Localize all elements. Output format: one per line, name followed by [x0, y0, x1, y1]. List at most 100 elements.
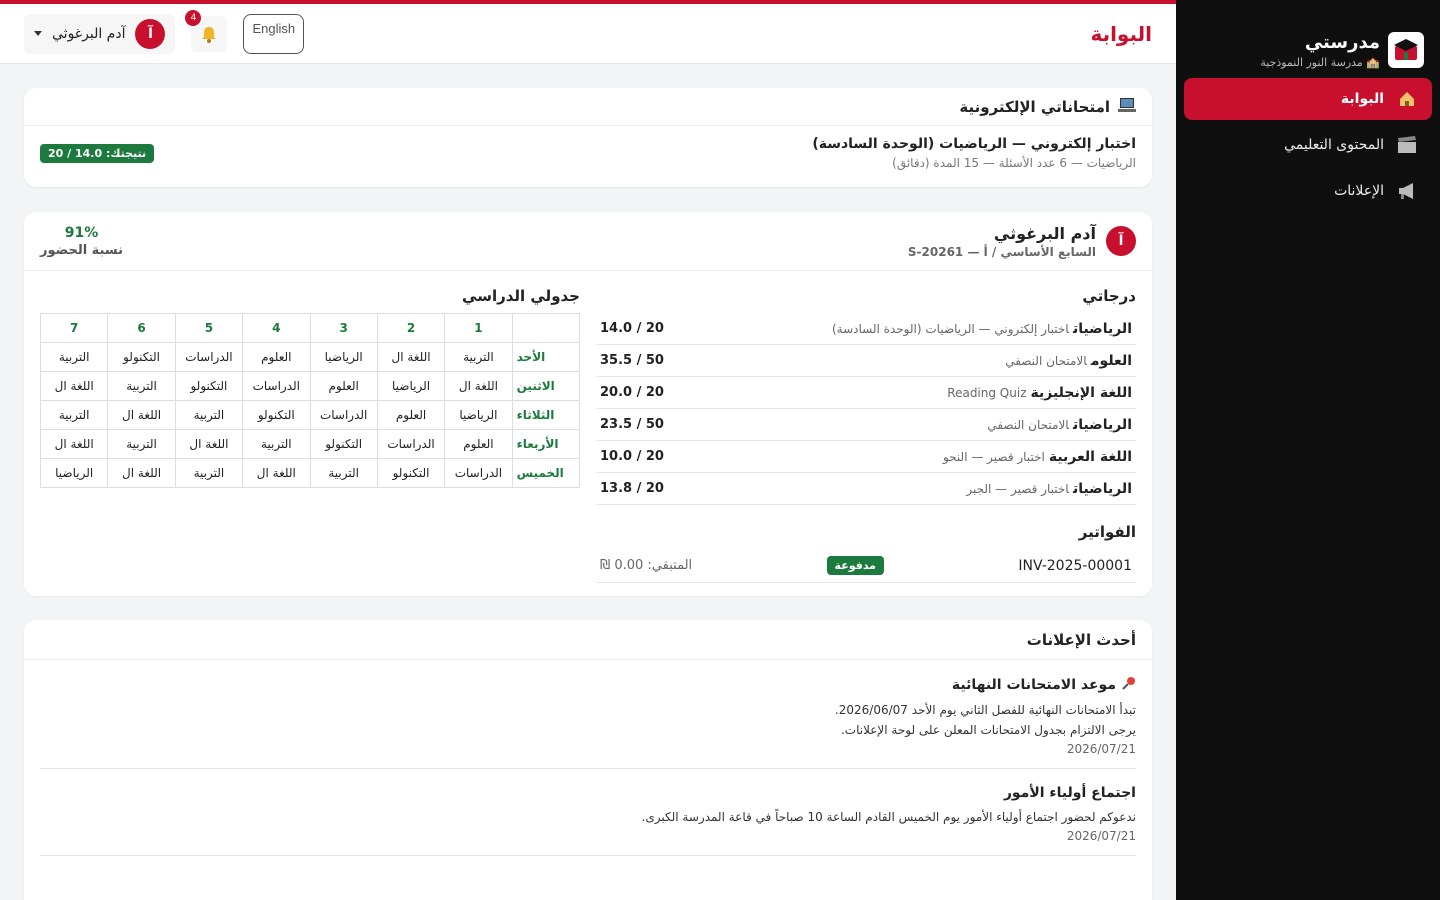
schedule-period-header: 1	[444, 313, 513, 343]
sidebar-item-announcements[interactable]: الإعلانات	[1184, 170, 1432, 212]
exam-score-badge: نتيجتك: 14.0 / 20	[40, 143, 155, 163]
schedule-cell: الدراسات	[309, 400, 378, 430]
grade-subject: الرياضيات	[1072, 416, 1132, 433]
invoice-id: INV-2025-00001	[1018, 557, 1132, 574]
announcement-item[interactable]: اجتماع أولياء الأمور ندعوكم لحضور اجتماع …	[40, 769, 1136, 856]
topbar-actions: آدم البرغوثي آ 4 English	[24, 9, 305, 54]
schedule-cell: التربية	[242, 429, 311, 459]
schedule-cell: اللغة ال	[107, 400, 176, 430]
grade-subject: العلوم	[1090, 352, 1132, 369]
schedule-cell: اللغة ال	[174, 429, 244, 459]
schedule-cell: التكنولو	[309, 429, 378, 459]
grades-section: درجاتي الرياضياتاختبار إلكتروني — الرياض…	[596, 287, 1136, 583]
schedule-row: الأربعاء العلوم الدراسات التكنولو التربية الل…	[39, 429, 581, 459]
announcements-list: موعد الامتحانات النهائية تبدأ الامتحانات …	[24, 660, 1152, 856]
schedule-cell: الرياضيا	[309, 342, 378, 372]
grade-subject: الرياضيات	[1072, 480, 1132, 497]
attendance-value: 91%	[64, 224, 99, 241]
invoice-row[interactable]: INV-2025-00001 مدفوعة المتبقي: 0.00 ₪	[596, 549, 1136, 583]
user-menu-button[interactable]: آدم البرغوثي آ	[24, 13, 176, 54]
schedule-period-header: 3	[309, 313, 378, 343]
announcement-title: اجتماع أولياء الأمور	[40, 785, 1136, 801]
student-card: آ آدم البرغوثي السابع الأساسي / أ — S-20…	[24, 212, 1152, 596]
user-name: آدم البرغوثي	[52, 25, 126, 42]
student-name: آدم البرغوثي	[993, 223, 1096, 243]
exam-meta: الرياضيات — 6 عدد الأسئلة — 15 المدة (دق…	[892, 156, 1136, 170]
schedule-period-header: 5	[174, 313, 244, 343]
grade-row[interactable]: اللغة العربيةاختبار قصير — النحو 10.0 / 2…	[596, 441, 1136, 473]
schedule-cell: اللغة ال	[444, 371, 513, 401]
schedule-title: جدولي الدراسي	[462, 287, 580, 305]
grade-score: 20.0 / 20	[600, 385, 664, 400]
grade-label: الرياضياتاختبار إلكتروني — الرياضيات (ال…	[832, 321, 1132, 337]
schedule-cell: الدراسات	[376, 429, 446, 459]
sidebar-nav: البوابة المحتوى التعليمي الإعلانات	[1176, 78, 1440, 212]
announcement-item[interactable]: موعد الامتحانات النهائية تبدأ الامتحانات …	[40, 660, 1136, 769]
grade-label: الرياضياتاختبار قصير — الجبر	[966, 481, 1132, 497]
invoices-section: الفواتير INV-2025-00001 مدفوعة المتبقي: …	[596, 523, 1136, 583]
exam-item[interactable]: اختبار إلكتروني — الرياضيات (الوحدة السا…	[24, 126, 1152, 180]
topbar: البوابة آدم البرغوثي آ 4 English	[0, 0, 1176, 64]
schedule-cell: التربية	[174, 400, 244, 430]
schedule-cell: الرياضيا	[444, 400, 513, 430]
schedule-section: جدولي الدراسي 1234567 الأحد التربية اللغة …	[39, 287, 581, 583]
grade-score: 35.5 / 50	[600, 353, 664, 368]
invoice-status-badge: مدفوعة	[826, 556, 884, 575]
invoices-title: الفواتير	[1078, 523, 1136, 541]
notifications-button[interactable]: 4	[185, 9, 228, 52]
sidebar-item-content[interactable]: المحتوى التعليمي	[1184, 124, 1432, 166]
grade-row[interactable]: اللغة الإنجليزيةReading Quiz 20.0 / 20	[596, 377, 1136, 409]
schedule-row: الثلاثاء الرياضيا العلوم الدراسات التكنولو ال…	[39, 400, 581, 430]
main-area: البوابة آدم البرغوثي آ 4 English امتحانا…	[0, 0, 1176, 900]
exams-card: امتحاناتي الإلكترونية اختبار إلكتروني — …	[24, 88, 1152, 187]
schedule-cell: اللغة ال	[39, 371, 109, 401]
grade-label: اللغة العربيةاختبار قصير — النحو	[943, 449, 1132, 465]
grade-subject: الرياضيات	[1072, 320, 1132, 337]
student-info: آ آدم البرغوثي السابع الأساسي / أ — S-20…	[908, 224, 1136, 259]
grade-exam-name: الامتحان النصفي	[987, 417, 1069, 432]
schedule-period-header: 4	[242, 313, 311, 343]
notification-count-badge: 4	[185, 9, 202, 26]
sidebar-item-label: المحتوى التعليمي	[1284, 137, 1384, 153]
grade-exam-name: الامتحان النصفي	[1005, 353, 1087, 368]
sidebar: مدرستي 🏫 مدرسة النور النموذجية البوابة ا…	[1176, 0, 1440, 900]
schedule-row: الخميس الدراسات التكنولو التربية اللغة ال الت…	[39, 458, 581, 488]
sidebar-item-label: البوابة	[1340, 91, 1384, 107]
sidebar-item-portal[interactable]: البوابة	[1184, 78, 1432, 120]
schedule-cell: التربية	[39, 400, 109, 430]
schedule-table: 1234567 الأحد التربية اللغة ال الرياضيا العل…	[39, 313, 581, 488]
announcements-card: أحدث الإعلانات موعد الامتحانات النهائية ت…	[24, 620, 1152, 900]
invoice-remaining: المتبقي: 0.00 ₪	[600, 558, 693, 573]
schedule-cell: التربية	[174, 458, 244, 488]
laptop-icon	[1118, 97, 1136, 117]
grade-label: الرياضياتالامتحان النصفي	[987, 417, 1132, 433]
grade-exam-name: اختبار إلكتروني — الرياضيات (الوحدة السا…	[832, 321, 1069, 336]
grade-row[interactable]: الرياضياتاختبار إلكتروني — الرياضيات (ال…	[596, 313, 1136, 345]
announcement-body-line: يرجى الالتزام بجدول الامتحانات المعلن عل…	[840, 723, 1136, 737]
announcement-body-line: ندعوكم لحضور اجتماع أولياء الأمور يوم ال…	[641, 810, 1136, 824]
grade-row[interactable]: الرياضياتالامتحان النصفي 23.5 / 50	[596, 409, 1136, 441]
student-class: السابع الأساسي / أ — S-20261	[907, 244, 1096, 259]
grade-exam-name: Reading Quiz	[947, 385, 1027, 400]
grade-score: 23.5 / 50	[600, 417, 664, 432]
language-toggle-button[interactable]: English	[243, 13, 305, 54]
bell-icon	[202, 26, 217, 43]
grade-row[interactable]: الرياضياتاختبار قصير — الجبر 13.8 / 20	[596, 473, 1136, 505]
attendance-label: نسبة الحضور	[40, 242, 123, 258]
schedule-cell: التربية	[309, 458, 378, 488]
clapperboard-icon	[1396, 136, 1418, 154]
grade-row[interactable]: العلومالامتحان النصفي 35.5 / 50	[596, 345, 1136, 377]
schedule-cell: الدراسات	[242, 371, 311, 401]
announcement-body: ندعوكم لحضور اجتماع أولياء الأمور يوم ال…	[40, 807, 1136, 827]
schedule-day-label: الخميس	[511, 458, 581, 488]
schedule-cell: العلوم	[444, 429, 513, 459]
avatar: آ	[135, 18, 166, 49]
grade-subject: اللغة الإنجليزية	[1030, 384, 1133, 401]
grade-label: اللغة الإنجليزيةReading Quiz	[947, 385, 1132, 401]
schedule-cell: العلوم	[242, 342, 311, 372]
grade-score: 10.0 / 20	[600, 449, 664, 464]
grades-title: درجاتي	[1082, 287, 1136, 305]
schedule-cell: اللغة ال	[242, 458, 311, 488]
schedule-corner-cell	[511, 313, 581, 343]
grade-exam-name: اختبار قصير — النحو	[942, 449, 1045, 464]
